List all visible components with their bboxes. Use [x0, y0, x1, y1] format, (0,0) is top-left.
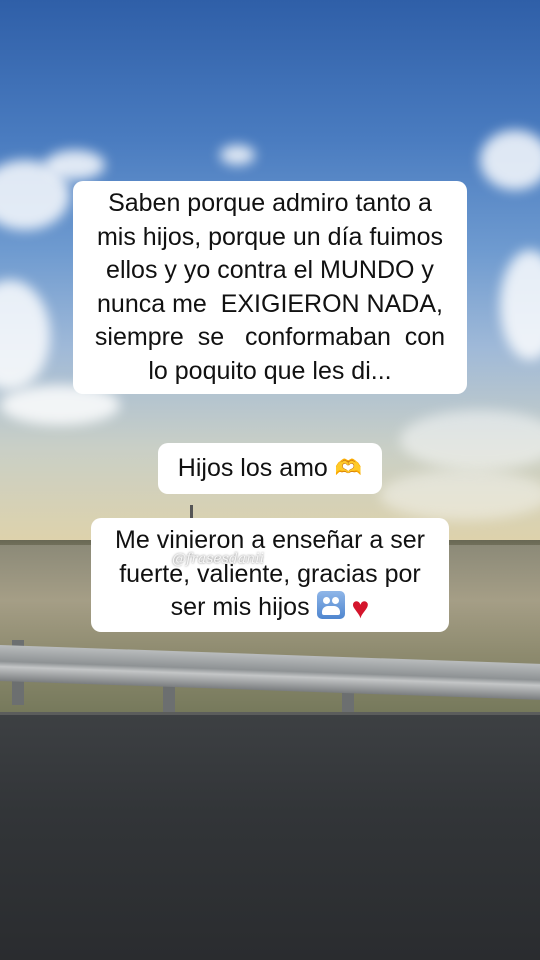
caption-line: lo poquito que les di... [148, 356, 392, 385]
watermark: @frasesdanii [172, 551, 265, 567]
road [0, 715, 540, 960]
caption-3: Me vinieron a enseñar a ser fuerte, vali… [0, 518, 540, 632]
caption-line: ser mis hijos [170, 593, 310, 621]
caption-line: ellos y yo contra el MUNDO y [106, 256, 434, 284]
cloud [220, 145, 255, 165]
family-icon [316, 591, 345, 619]
caption-line: Saben porque admiro tanto a [108, 189, 432, 217]
caption-2-box: Hijos los amo 🫶 [157, 443, 383, 494]
caption-2: Hijos los amo 🫶 [0, 443, 540, 494]
cloud [45, 150, 105, 180]
caption-line: Me vinieron a enseñar a ser [115, 526, 425, 554]
caption-3-box: Me vinieron a enseñar a ser fuerte, vali… [91, 518, 449, 632]
caption-line: siempre se conformaban con [94, 323, 446, 351]
caption-line-with-icons: ser mis hijos ♥ [115, 591, 425, 626]
red-heart-icon: ♥ [351, 592, 370, 625]
caption-2-text: Hijos los amo [177, 454, 328, 482]
caption-1: Saben porque admiro tanto a mis hijos, p… [0, 181, 540, 394]
heart-hands-icon: 🫶 [334, 455, 363, 480]
caption-line: fuerte, valiente, gracias por [119, 559, 421, 588]
caption-1-box: Saben porque admiro tanto a mis hijos, p… [72, 181, 468, 394]
caption-line: nunca me EXIGIERON NADA, [97, 289, 443, 318]
caption-line: mis hijos, porque un día fuimos [96, 222, 443, 251]
